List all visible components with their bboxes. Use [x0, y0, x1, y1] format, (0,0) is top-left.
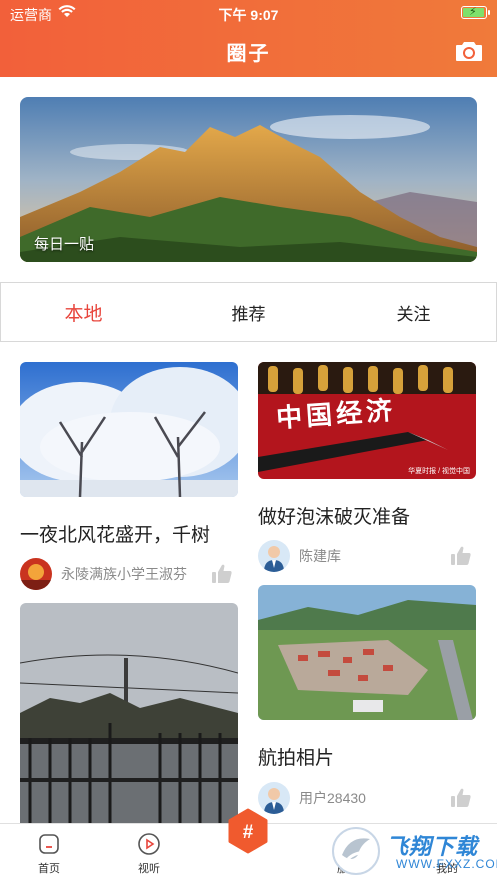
camera-icon[interactable] — [455, 40, 483, 62]
avatar — [20, 558, 52, 590]
status-bar: 运营商 下午 9:07 ⚡ — [0, 0, 497, 26]
banner-label: 每日一贴 — [34, 236, 95, 253]
post-image-gate[interactable] — [20, 603, 238, 828]
avatar — [258, 540, 290, 572]
thumbs-up-icon[interactable] — [211, 564, 233, 584]
post-author[interactable]: 用户28430 — [258, 782, 366, 814]
app-header: 运营商 下午 9:07 ⚡ 圈子 — [0, 0, 497, 77]
daily-post-banner[interactable]: 每日一贴 — [20, 97, 477, 262]
thumbs-up-icon[interactable] — [450, 788, 472, 808]
post-title[interactable]: 航拍相片 — [258, 743, 334, 770]
charging-icon: ⚡ — [469, 6, 477, 18]
post-image-aerial[interactable] — [258, 585, 476, 720]
author-name: 永陵满族小学王淑芬 — [61, 566, 187, 582]
author-name: 陈建库 — [299, 548, 341, 564]
tabbar-media[interactable]: 视听 — [119, 832, 179, 876]
hashtag-label: # — [243, 822, 254, 843]
image-caption: 华夏时报 / 视觉中国 — [408, 468, 470, 475]
tabbar-label: 首页 — [38, 863, 60, 875]
aerial-town-photo — [258, 585, 476, 720]
battery-icon: ⚡ — [461, 6, 490, 19]
tab-recommend[interactable]: 推荐 — [166, 283, 331, 341]
frost-trees-photo — [20, 362, 238, 497]
tab-local[interactable]: 本地 — [1, 283, 166, 341]
tabbar-label: 视听 — [138, 863, 160, 875]
post-author[interactable]: 陈建库 — [258, 540, 341, 572]
post-image-frost-trees[interactable] — [20, 362, 238, 497]
clock: 下午 9:07 — [218, 7, 279, 23]
site-watermark: 飞翔下载 WWW.FXXZ.COM — [330, 825, 497, 880]
thumbs-up-icon[interactable] — [450, 546, 472, 566]
home-icon — [39, 834, 59, 854]
post-title[interactable]: 做好泡沫破灭准备 — [258, 502, 410, 529]
post-image-china-economy[interactable]: 中国经济 华夏时报 / 视觉中国 — [258, 362, 476, 479]
play-icon — [138, 833, 160, 855]
feed-tabs: 本地 推荐 关注 — [0, 282, 497, 342]
author-name: 用户28430 — [299, 790, 366, 806]
hashtag-icon[interactable]: # — [225, 808, 271, 854]
watermark-logo-icon — [332, 827, 380, 875]
tabbar-home[interactable]: 首页 — [19, 832, 79, 876]
page-title: 圈子 — [226, 43, 271, 65]
watermark-sub-text: WWW.FXXZ.COM — [396, 857, 497, 871]
post-author[interactable]: 永陵满族小学王淑芬 — [20, 558, 187, 590]
tab-follow[interactable]: 关注 — [331, 283, 496, 341]
post-title[interactable]: 一夜北风花盛开，千树 — [20, 520, 210, 547]
gate-photo — [20, 603, 238, 828]
